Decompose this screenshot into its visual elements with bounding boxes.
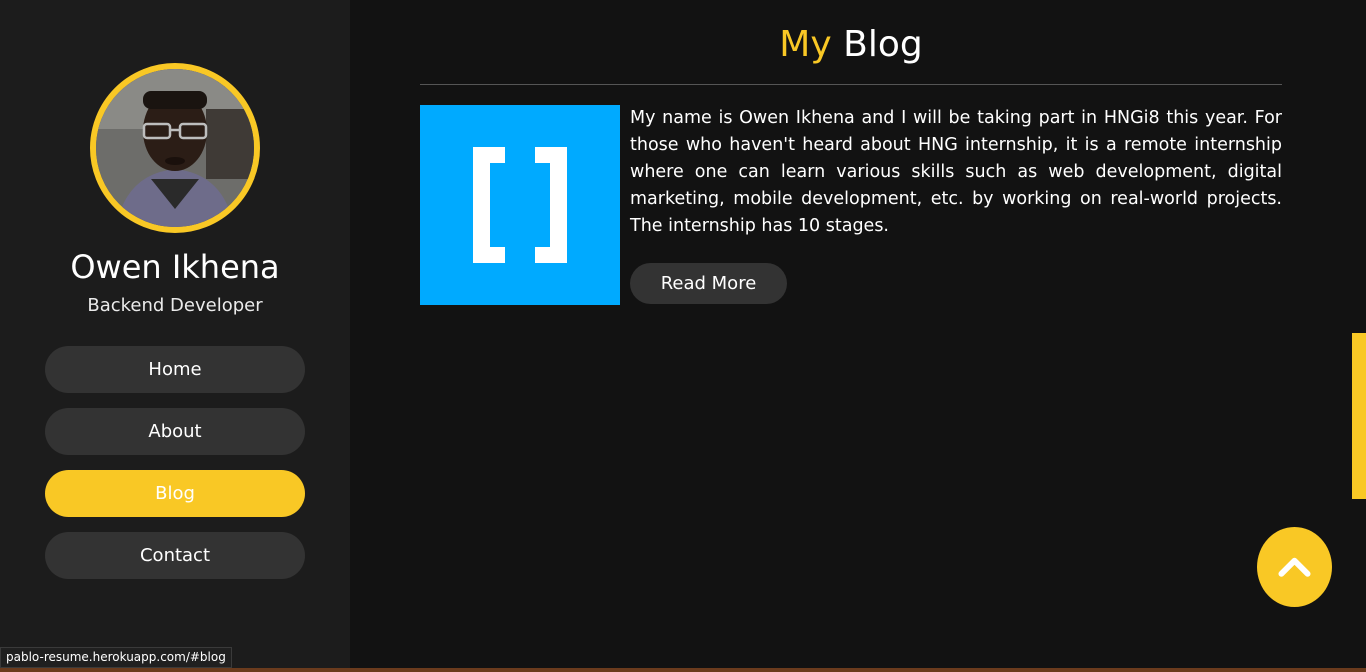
- page-title: My Blog: [420, 24, 1282, 65]
- read-more-button[interactable]: Read More: [630, 263, 787, 304]
- brackets-icon: [473, 147, 567, 263]
- page-title-rest: Blog: [843, 24, 923, 65]
- status-bar-url: pablo-resume.herokuapp.com/#blog: [0, 647, 232, 668]
- nav-item-about[interactable]: About: [45, 408, 305, 455]
- main-content: My Blog My name is Owen Ikhena and I wil…: [350, 0, 1352, 668]
- avatar: [90, 63, 260, 233]
- page-title-accent: My: [779, 24, 832, 65]
- title-divider: [420, 84, 1282, 85]
- profile-photo: [96, 69, 254, 227]
- blog-post-excerpt: My name is Owen Ikhena and I will be tak…: [630, 108, 1282, 236]
- nav-item-home[interactable]: Home: [45, 346, 305, 393]
- scrollbar-thumb[interactable]: [1352, 333, 1366, 499]
- profile-name: Owen Ikhena: [70, 248, 280, 286]
- window-bottom-strip: [0, 668, 1366, 672]
- back-to-top-button[interactable]: [1257, 527, 1332, 607]
- chevron-up-icon: [1278, 557, 1311, 577]
- sidebar-nav: Home About Blog Contact: [45, 346, 305, 594]
- profile-role: Backend Developer: [87, 295, 263, 316]
- nav-item-contact[interactable]: Contact: [45, 532, 305, 579]
- nav-item-blog[interactable]: Blog: [45, 470, 305, 517]
- blog-post-thumbnail[interactable]: [420, 105, 620, 305]
- sidebar: Owen Ikhena Backend Developer Home About…: [0, 0, 350, 668]
